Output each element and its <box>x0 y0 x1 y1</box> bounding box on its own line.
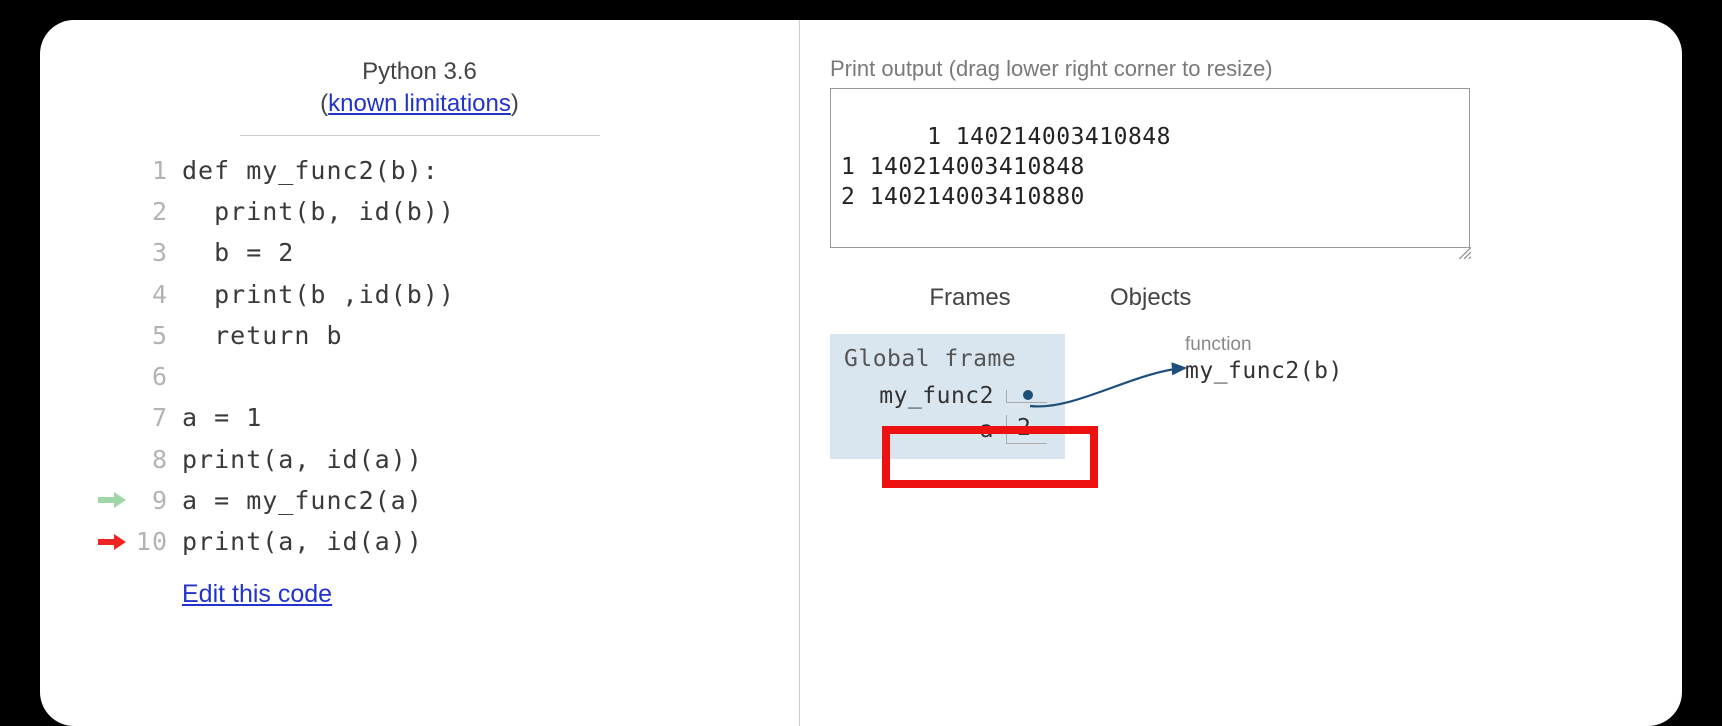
edit-code-area: Edit this code <box>182 580 759 609</box>
print-output[interactable]: 1 140214003410848 1 140214003410848 2 14… <box>830 88 1470 248</box>
variable-name: a <box>874 417 1006 443</box>
line-number: 8 <box>126 439 168 480</box>
resize-grip-icon[interactable] <box>1457 245 1471 259</box>
objects-column: function my_func2(b) <box>1185 334 1343 459</box>
code-text: a = my_func2(a) <box>182 480 423 521</box>
line-number: 6 <box>126 356 168 397</box>
code-line: 8 print(a, id(a)) <box>80 439 759 480</box>
output-label: Print output (drag lower right corner to… <box>830 56 1642 82</box>
code-line: 4 print(b ,id(b)) <box>80 274 759 315</box>
code-text: b = 2 <box>182 232 294 273</box>
line-number: 5 <box>126 315 168 356</box>
variable-name: my_func2 <box>874 383 1006 409</box>
object-type-label: function <box>1185 334 1343 356</box>
code-text: print(a, id(a)) <box>182 521 423 562</box>
code-line: 1 def my_func2(b): <box>80 150 759 191</box>
line-number: 2 <box>126 191 168 232</box>
code-line: 9 a = my_func2(a) <box>80 480 759 521</box>
code-pane: Python 3.6 (known limitations) 1 def my_f… <box>40 20 800 726</box>
code-text: print(b ,id(b)) <box>182 274 455 315</box>
code-text: a = 1 <box>182 397 262 438</box>
visualizer-card: Python 3.6 (known limitations) 1 def my_f… <box>40 20 1682 726</box>
code-listing: 1def my_func2(b):2 print(b, id(b))3 b = … <box>80 150 759 563</box>
frames-header: Frames <box>830 284 1110 312</box>
objects-header: Objects <box>1110 284 1310 312</box>
current-line-arrow-icon <box>96 532 126 552</box>
known-limitations-link[interactable]: known limitations <box>328 90 511 117</box>
viz-headers: Frames Objects <box>830 284 1642 312</box>
object-repr: my_func2(b) <box>1185 358 1343 384</box>
edit-code-link[interactable]: Edit this code <box>182 580 332 608</box>
line-number: 3 <box>126 232 168 273</box>
viz-body: Global frame my_func2a2 function my_func… <box>830 334 1642 459</box>
code-line: 5 return b <box>80 315 759 356</box>
line-number: 4 <box>126 274 168 315</box>
code-text: def my_func2(b): <box>182 150 439 191</box>
line-number: 7 <box>126 397 168 438</box>
language-name: Python 3.6 <box>362 58 477 85</box>
output-pane: Print output (drag lower right corner to… <box>800 20 1682 726</box>
line-number: 10 <box>126 521 168 562</box>
code-line: 10 print(a, id(a)) <box>80 521 759 562</box>
line-number: 1 <box>126 150 168 191</box>
code-line: 2 print(b, id(b)) <box>80 191 759 232</box>
code-text: print(a, id(a)) <box>182 439 423 480</box>
line-number: 9 <box>126 480 168 521</box>
language-header: Python 3.6 (known limitations) <box>240 56 600 136</box>
code-text: print(b, id(b)) <box>182 191 455 232</box>
code-line: 7 a = 1 <box>80 397 759 438</box>
code-text: return b <box>182 315 343 356</box>
pointer-arrow <box>1025 366 1195 426</box>
prev-line-arrow-icon <box>96 490 126 510</box>
code-line: 3 b = 2 <box>80 232 759 273</box>
code-line: 6 <box>80 356 759 397</box>
